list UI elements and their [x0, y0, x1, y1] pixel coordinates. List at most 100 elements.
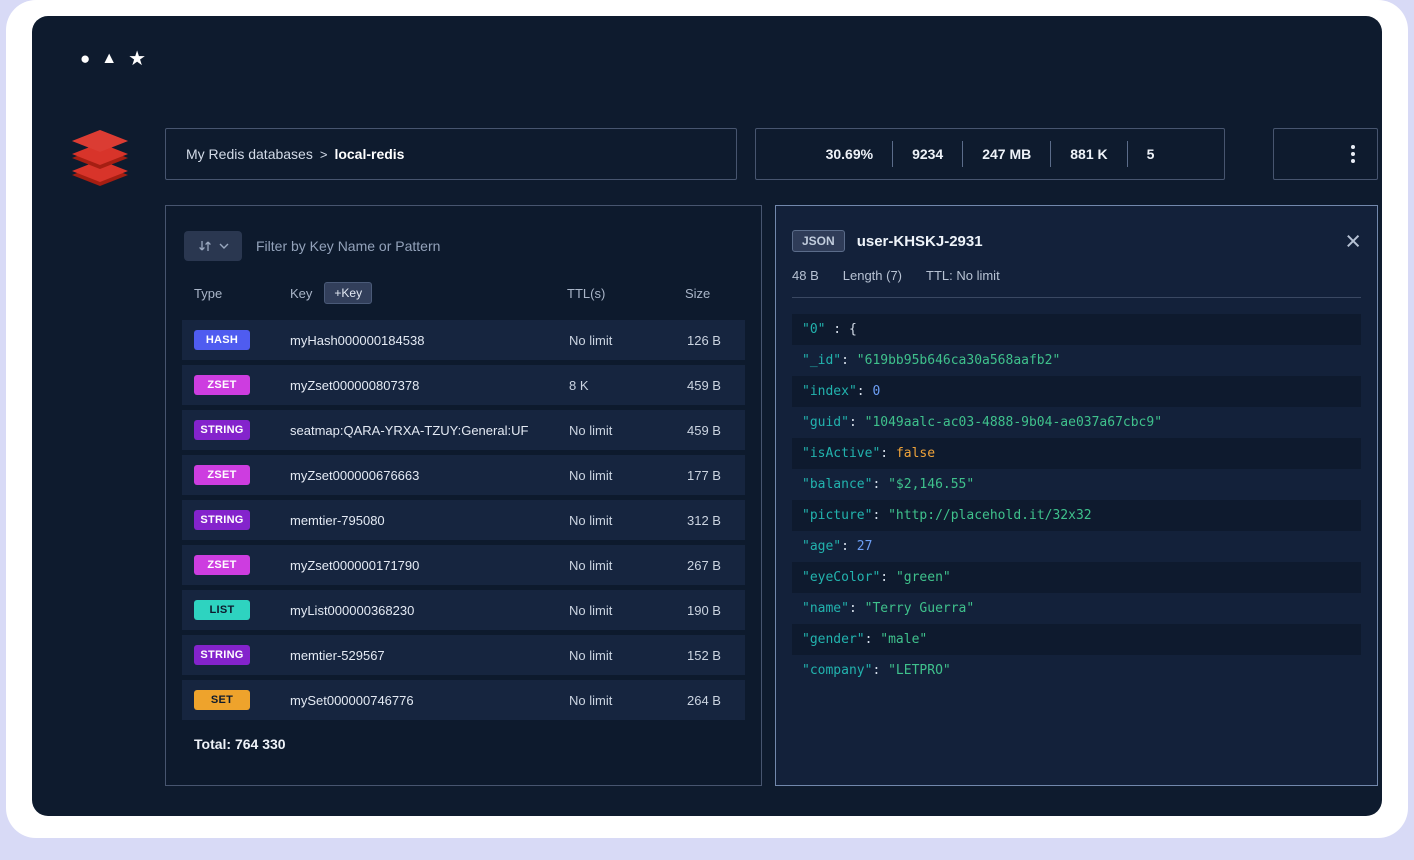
- key-type-label: JSON: [792, 230, 845, 252]
- table-row[interactable]: STRING memtier-529567 No limit 152 B: [182, 635, 745, 675]
- breadcrumb-current-db: local-redis: [334, 146, 404, 162]
- key-type-badge: LIST: [194, 600, 250, 620]
- table-row[interactable]: ZSET myZset000000807378 8 K 459 B: [182, 365, 745, 405]
- filter-key-input[interactable]: [256, 238, 743, 254]
- keys-list-panel: Type Key +Key TTL(s) Size HASH myHash000…: [165, 205, 762, 786]
- json-value: "LETPRO": [888, 663, 951, 678]
- json-line[interactable]: "name": "Terry Guerra": [792, 593, 1361, 624]
- key-ttl: No limit: [569, 423, 687, 438]
- key-ttl: No limit: [569, 468, 687, 483]
- key-size-meta: 48 B: [792, 268, 819, 283]
- json-line[interactable]: "isActive": false: [792, 438, 1361, 469]
- json-value: "619bb95b646ca30a568aafb2": [857, 353, 1061, 368]
- table-row[interactable]: ZSET myZset000000676663 No limit 177 B: [182, 455, 745, 495]
- details-header: JSON user-KHSKJ-2931 ×: [792, 230, 1361, 252]
- json-line[interactable]: "gender": "male": [792, 624, 1361, 655]
- key-type-badge: STRING: [194, 420, 250, 440]
- key-details-panel: JSON user-KHSKJ-2931 × 48 B Length (7) T…: [775, 205, 1378, 786]
- key-ttl: No limit: [569, 603, 687, 618]
- json-value: "1049aalc-ac03-4888-9b04-ae037a67cbc9": [865, 415, 1162, 430]
- key-size: 459 B: [687, 378, 745, 393]
- key-type-badge: ZSET: [194, 555, 250, 575]
- json-key: "index": [802, 384, 857, 399]
- json-value: "http://placehold.it/32x32: [888, 508, 1092, 523]
- json-line[interactable]: "balance": "$2,146.55": [792, 469, 1361, 500]
- table-row[interactable]: HASH myHash000000184538 No limit 126 B: [182, 320, 745, 360]
- key-ttl: No limit: [569, 693, 687, 708]
- json-colon: :: [849, 415, 865, 430]
- key-name: memtier-529567: [290, 648, 569, 663]
- json-key: "age": [802, 539, 841, 554]
- key-ttl: No limit: [569, 513, 687, 528]
- key-ttl: 8 K: [569, 378, 687, 393]
- json-line[interactable]: "index": 0: [792, 376, 1361, 407]
- json-key: "gender": [802, 632, 865, 647]
- details-divider: [792, 297, 1361, 298]
- json-key: "0": [802, 322, 825, 337]
- json-key: "_id": [802, 353, 841, 368]
- json-colon: :: [880, 446, 896, 461]
- overflow-menu-button[interactable]: [1273, 128, 1378, 180]
- close-icon[interactable]: ×: [1345, 231, 1361, 251]
- stat-keys: 881 K: [1050, 141, 1126, 167]
- add-key-button[interactable]: +Key: [324, 282, 372, 304]
- json-line[interactable]: "_id": "619bb95b646ca30a568aafb2": [792, 345, 1361, 376]
- details-meta: 48 B Length (7) TTL: No limit: [792, 268, 1361, 283]
- key-type-badge: STRING: [194, 645, 250, 665]
- stat-memory: 247 MB: [962, 141, 1050, 167]
- filter-type-dropdown[interactable]: [184, 231, 242, 261]
- key-size: 459 B: [687, 423, 745, 438]
- breadcrumb-separator: >: [320, 147, 328, 162]
- key-name: myZset000000807378: [290, 378, 569, 393]
- column-type: Type: [194, 286, 290, 301]
- key-name: memtier-795080: [290, 513, 569, 528]
- key-type-badge: SET: [194, 690, 250, 710]
- json-colon: :: [880, 570, 896, 585]
- column-ttl: TTL(s): [567, 286, 685, 301]
- json-key: "isActive": [802, 446, 880, 461]
- json-line[interactable]: "picture": "http://placehold.it/32x32: [792, 500, 1361, 531]
- key-type-badge: STRING: [194, 510, 250, 530]
- json-colon: :: [872, 477, 888, 492]
- keys-table-header: Type Key +Key TTL(s) Size: [184, 282, 743, 304]
- json-value: "male": [880, 632, 927, 647]
- key-type-badge: ZSET: [194, 375, 250, 395]
- stat-cpu: 30.69%: [807, 141, 892, 167]
- json-line[interactable]: "age": 27: [792, 531, 1361, 562]
- table-row[interactable]: STRING seatmap:QARA-YRXA-TZUY:General:UF…: [182, 410, 745, 450]
- json-key: "name": [802, 601, 849, 616]
- json-colon: :: [825, 322, 848, 337]
- json-viewer: "0" : { "_id": "619bb95b646ca30a568aafb2…: [792, 314, 1361, 686]
- json-value: {: [849, 322, 857, 337]
- table-row[interactable]: ZSET myZset000000171790 No limit 267 B: [182, 545, 745, 585]
- json-value: "Terry Guerra": [865, 601, 975, 616]
- json-line[interactable]: "0" : {: [792, 314, 1361, 345]
- selected-key-name: user-KHSKJ-2931: [857, 233, 983, 250]
- breadcrumb: My Redis databases > local-redis: [165, 128, 737, 180]
- key-length-meta: Length (7): [843, 268, 902, 283]
- key-size: 264 B: [687, 693, 745, 708]
- keys-total: Total: 764 330: [184, 736, 743, 752]
- breadcrumb-parent-link[interactable]: My Redis databases: [186, 146, 313, 162]
- key-size: 312 B: [687, 513, 745, 528]
- json-value: "green": [896, 570, 951, 585]
- json-key: "guid": [802, 415, 849, 430]
- json-colon: :: [857, 384, 873, 399]
- json-line[interactable]: "company": "LETPRO": [792, 655, 1361, 686]
- column-key: Key: [290, 286, 312, 301]
- table-row[interactable]: STRING memtier-795080 No limit 312 B: [182, 500, 745, 540]
- json-key: "eyeColor": [802, 570, 880, 585]
- json-line[interactable]: "eyeColor": "green": [792, 562, 1361, 593]
- key-ttl-meta: TTL: No limit: [926, 268, 1000, 283]
- table-row[interactable]: LIST myList000000368230 No limit 190 B: [182, 590, 745, 630]
- json-line[interactable]: "guid": "1049aalc-ac03-4888-9b04-ae037a6…: [792, 407, 1361, 438]
- key-name: mySet000000746776: [290, 693, 569, 708]
- chevron-down-icon: [219, 243, 229, 249]
- json-colon: :: [841, 353, 857, 368]
- stat-clients: 5: [1127, 141, 1174, 167]
- json-key: "picture": [802, 508, 872, 523]
- key-name: seatmap:QARA-YRXA-TZUY:General:UF: [290, 423, 569, 438]
- json-key: "balance": [802, 477, 872, 492]
- table-row[interactable]: SET mySet000000746776 No limit 264 B: [182, 680, 745, 720]
- json-colon: :: [841, 539, 857, 554]
